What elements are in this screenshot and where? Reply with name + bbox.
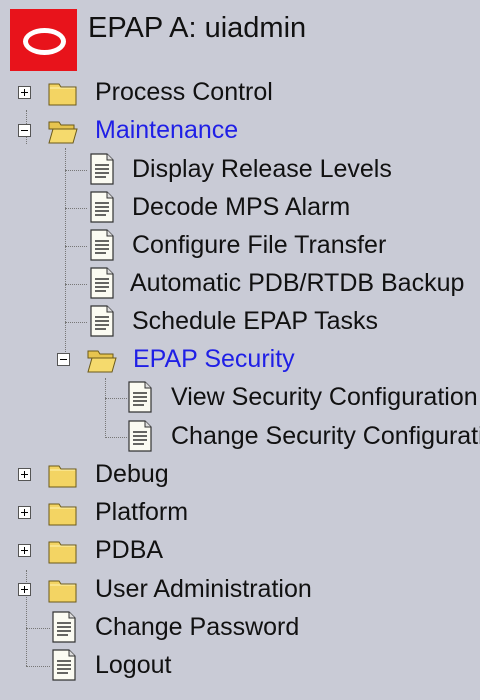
tree-item-decode-mps-alarm[interactable]: Decode MPS Alarm bbox=[0, 190, 480, 226]
tree-node-process-control[interactable]: Process Control bbox=[0, 75, 480, 111]
document-icon bbox=[128, 420, 152, 452]
document-icon bbox=[90, 191, 114, 223]
tree-item-logout[interactable]: Logout bbox=[0, 648, 480, 684]
pdba-link[interactable]: PDBA bbox=[95, 536, 163, 565]
expand-icon[interactable] bbox=[18, 86, 31, 99]
display-release-levels-link[interactable]: Display Release Levels bbox=[132, 155, 392, 184]
folder-closed-icon bbox=[48, 500, 78, 526]
document-icon bbox=[128, 381, 152, 413]
collapse-icon[interactable] bbox=[18, 124, 31, 137]
document-icon bbox=[90, 153, 114, 185]
collapse-icon[interactable] bbox=[57, 353, 70, 366]
tree-item-schedule-epap-tasks[interactable]: Schedule EPAP Tasks bbox=[0, 304, 480, 340]
tree-item-view-security-configuration[interactable]: View Security Configuration bbox=[0, 380, 480, 416]
folder-closed-icon bbox=[48, 577, 78, 603]
epap-security-link[interactable]: EPAP Security bbox=[133, 345, 295, 374]
tree-node-debug[interactable]: Debug bbox=[0, 457, 480, 493]
folder-closed-icon bbox=[48, 538, 78, 564]
expand-icon[interactable] bbox=[18, 506, 31, 519]
tree-node-maintenance[interactable]: Maintenance bbox=[0, 113, 480, 149]
debug-link[interactable]: Debug bbox=[95, 460, 169, 489]
document-icon bbox=[90, 267, 114, 299]
maintenance-link[interactable]: Maintenance bbox=[95, 116, 238, 145]
folder-open-icon bbox=[48, 118, 78, 144]
expand-icon[interactable] bbox=[18, 583, 31, 596]
document-icon bbox=[90, 229, 114, 261]
decode-mps-alarm-link[interactable]: Decode MPS Alarm bbox=[132, 193, 350, 222]
folder-open-icon bbox=[87, 347, 117, 373]
process-control-link[interactable]: Process Control bbox=[95, 78, 273, 107]
tree-item-change-password[interactable]: Change Password bbox=[0, 610, 480, 646]
tree-node-platform[interactable]: Platform bbox=[0, 495, 480, 531]
document-icon bbox=[52, 649, 76, 681]
tree-node-pdba[interactable]: PDBA bbox=[0, 533, 480, 569]
expand-icon[interactable] bbox=[18, 468, 31, 481]
tree-node-epap-security[interactable]: EPAP Security bbox=[0, 342, 480, 378]
schedule-epap-tasks-link[interactable]: Schedule EPAP Tasks bbox=[132, 307, 378, 336]
logout-link[interactable]: Logout bbox=[95, 651, 171, 680]
automatic-backup-link[interactable]: Automatic PDB/RTDB Backup bbox=[130, 269, 464, 298]
configure-file-transfer-link[interactable]: Configure File Transfer bbox=[132, 231, 386, 260]
change-security-configuration-link[interactable]: Change Security Configuration bbox=[171, 422, 480, 451]
tree-item-display-release-levels[interactable]: Display Release Levels bbox=[0, 152, 480, 188]
tree-node-user-administration[interactable]: User Administration bbox=[0, 572, 480, 608]
document-icon bbox=[52, 611, 76, 643]
tree-item-configure-file-transfer[interactable]: Configure File Transfer bbox=[0, 228, 480, 264]
tree-item-automatic-backup[interactable]: Automatic PDB/RTDB Backup bbox=[0, 266, 480, 302]
change-password-link[interactable]: Change Password bbox=[95, 613, 299, 642]
tree-item-change-security-configuration[interactable]: Change Security Configuration bbox=[0, 419, 480, 455]
document-icon bbox=[90, 305, 114, 337]
folder-closed-icon bbox=[48, 80, 78, 106]
navigation-tree: Process Control Maintenance Display Rele… bbox=[0, 0, 480, 700]
folder-closed-icon bbox=[48, 462, 78, 488]
platform-link[interactable]: Platform bbox=[95, 498, 188, 527]
expand-icon[interactable] bbox=[18, 544, 31, 557]
view-security-configuration-link[interactable]: View Security Configuration bbox=[171, 383, 478, 412]
user-administration-link[interactable]: User Administration bbox=[95, 575, 312, 604]
